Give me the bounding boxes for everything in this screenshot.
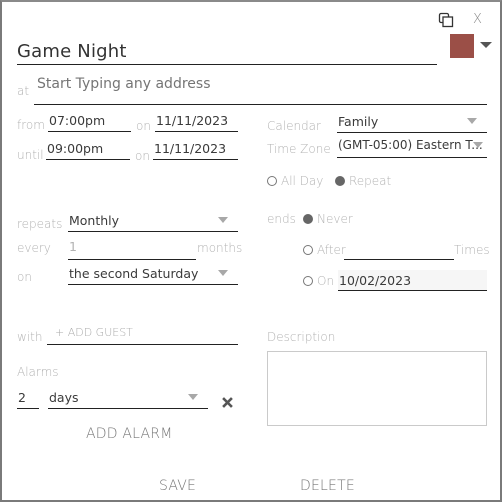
every-field[interactable]: 1 (68, 236, 196, 260)
every-label: every (17, 241, 51, 255)
until-label: until (17, 148, 44, 162)
event-dialog: X Game Night at from 07:00pm on 11/11/20… (0, 0, 502, 502)
title-text: Game Night (17, 41, 127, 62)
alarms-label: Alarms (17, 365, 59, 379)
ends-never-option[interactable]: Never (303, 212, 353, 226)
ends-after-unit-label: Times (454, 243, 490, 257)
repeats-select[interactable]: Monthly (68, 210, 238, 232)
location-label: at (17, 84, 30, 98)
ends-after-input[interactable] (344, 240, 454, 260)
all-day-option[interactable]: All Day (267, 174, 323, 188)
add-guest-button[interactable]: + ADD GUEST (55, 326, 133, 339)
ends-never-radio-icon[interactable] (303, 214, 313, 224)
guest-field[interactable]: + ADD GUEST (47, 322, 238, 345)
until-on-label: on (135, 149, 150, 163)
add-alarm-button[interactable]: ADD ALARM (86, 426, 172, 442)
repeats-value: Monthly (69, 213, 120, 228)
description-label: Description (267, 330, 336, 344)
alarm-unit-value: days (49, 390, 79, 405)
remove-alarm-button[interactable] (222, 393, 233, 408)
copy-icon (438, 12, 454, 28)
repeats-label: repeats (17, 217, 63, 231)
alarm-amount-value: 2 (18, 390, 26, 405)
from-label: from (17, 118, 45, 132)
until-date-value: 11/11/2023 (154, 141, 227, 156)
on-dropdown-caret-icon (218, 270, 228, 276)
every-value: 1 (69, 239, 77, 254)
with-label: with (17, 330, 43, 344)
ends-after-radio-icon[interactable] (303, 245, 313, 255)
ends-on-option[interactable]: On (303, 274, 334, 288)
ends-on-label: On (317, 274, 335, 288)
from-date-value: 11/11/2023 (156, 113, 229, 128)
until-date-field[interactable]: 11/11/2023 (153, 140, 238, 160)
description-textarea[interactable] (267, 351, 487, 426)
ends-never-label: Never (317, 212, 353, 226)
timezone-dropdown-caret-icon (473, 142, 483, 148)
timezone-value: (GMT-05:00) Eastern T... (338, 138, 483, 152)
repeat-radio-icon[interactable] (335, 176, 345, 186)
on-value: the second Saturday (69, 266, 199, 281)
timezone-label: Time Zone (267, 142, 331, 156)
on-label: on (17, 270, 32, 284)
ends-on-radio-icon[interactable] (303, 276, 313, 286)
ends-after-label: After (317, 243, 346, 257)
delete-button[interactable]: DELETE (300, 478, 355, 494)
every-unit-label: months (197, 241, 243, 255)
all-day-label: All Day (281, 174, 324, 188)
repeats-dropdown-caret-icon (218, 217, 228, 223)
calendar-select[interactable]: Family (337, 112, 487, 133)
calendar-value: Family (338, 114, 379, 129)
calendar-label: Calendar (267, 119, 321, 133)
alarm-amount-field[interactable]: 2 (17, 389, 39, 409)
repeat-option[interactable]: Repeat (335, 174, 391, 188)
alarm-unit-caret-icon (188, 394, 198, 400)
remove-alarm-icon (222, 397, 233, 408)
save-button[interactable]: SAVE (159, 478, 196, 494)
from-on-label: on (136, 119, 151, 133)
location-input[interactable] (37, 76, 477, 92)
from-time-value: 07:00pm (49, 113, 106, 128)
until-time-field[interactable]: 09:00pm (46, 140, 130, 160)
title-field[interactable]: Game Night (17, 38, 437, 65)
all-day-radio-icon[interactable] (267, 176, 277, 186)
ends-label: ends (267, 212, 296, 226)
location-field[interactable] (34, 72, 487, 105)
on-select[interactable]: the second Saturday (68, 263, 238, 285)
from-date-field[interactable]: 11/11/2023 (155, 112, 238, 132)
timezone-select[interactable]: (GMT-05:00) Eastern T... (337, 135, 487, 158)
calendar-dropdown-caret-icon (467, 118, 477, 124)
color-swatch[interactable] (450, 34, 474, 58)
color-dropdown-caret-icon[interactable] (480, 42, 492, 48)
copy-button[interactable] (438, 12, 454, 28)
until-time-value: 09:00pm (47, 141, 104, 156)
alarm-unit-select[interactable]: days (48, 389, 208, 409)
ends-after-option[interactable]: After (303, 243, 346, 257)
ends-on-date-value: 10/02/2023 (339, 273, 412, 288)
from-time-field[interactable]: 07:00pm (48, 112, 131, 132)
repeat-label: Repeat (349, 174, 392, 188)
close-button[interactable]: X (473, 12, 482, 27)
ends-on-date-field[interactable]: 10/02/2023 (338, 270, 487, 291)
